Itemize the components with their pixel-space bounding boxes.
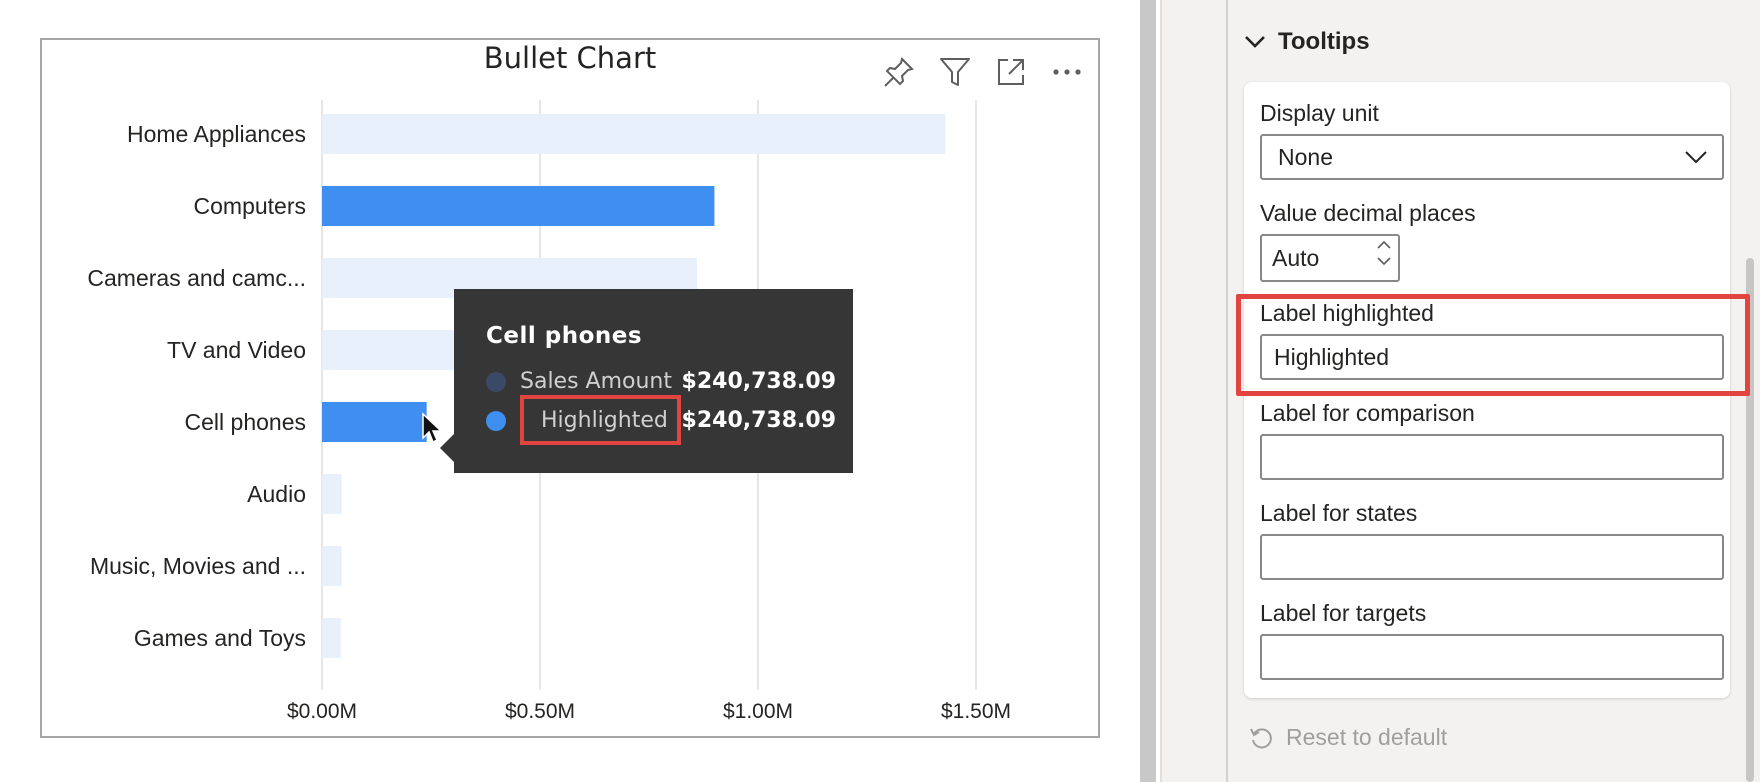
category-label: Home Appliances <box>127 121 306 147</box>
x-tick-label: $0.00M <box>287 700 357 723</box>
stepper-arrows[interactable] <box>1376 240 1392 266</box>
bar-highlighted[interactable] <box>322 402 427 442</box>
bar-sales-amount[interactable] <box>322 114 946 154</box>
series-dot-icon <box>486 372 506 392</box>
pane-inner-border <box>1226 0 1228 782</box>
annotation-highlight-box <box>1236 294 1750 396</box>
annotation-highlight-box <box>520 395 681 445</box>
more-options-icon[interactable] <box>1042 48 1092 96</box>
tooltip-row-value: $240,738.09 <box>681 408 836 433</box>
decimal-places-value: Auto <box>1272 244 1320 271</box>
category-label: TV and Video <box>167 337 306 363</box>
category-label: Games and Toys <box>134 625 306 651</box>
category-label: Audio <box>247 481 306 507</box>
x-tick-label: $0.50M <box>505 700 575 723</box>
pane-border <box>1160 0 1162 782</box>
label-states-input[interactable] <box>1260 534 1724 580</box>
focus-mode-icon[interactable] <box>986 48 1036 96</box>
reset-label: Reset to default <box>1286 724 1448 750</box>
series-dot-icon <box>486 411 506 431</box>
filter-icon[interactable] <box>930 48 980 96</box>
decimal-places-label: Value decimal places <box>1260 200 1476 226</box>
visual-header <box>874 48 1092 96</box>
category-label: Cameras and camc... <box>87 265 306 291</box>
section-title: Tooltips <box>1278 28 1370 55</box>
label-states-label: Label for states <box>1260 500 1418 526</box>
pin-icon[interactable] <box>874 48 924 96</box>
label-targets-input[interactable] <box>1260 634 1724 680</box>
tooltip-row-name: Sales Amount <box>520 369 673 394</box>
category-label: Cell phones <box>185 409 306 435</box>
tooltip-row-sales: Sales Amount $240,738.09 <box>486 367 836 397</box>
x-tick-label: $1.50M <box>941 700 1011 723</box>
category-label: Music, Movies and ... <box>90 553 306 579</box>
x-tick-label: $1.00M <box>723 700 793 723</box>
chart-tooltip: Cell phones Sales Amount $240,738.09 Hig… <box>440 289 853 473</box>
label-comparison-input[interactable] <box>1260 434 1724 480</box>
category-label: Computers <box>194 193 306 219</box>
chevron-up-icon[interactable] <box>1376 240 1392 250</box>
label-targets-label: Label for targets <box>1260 600 1427 626</box>
chevron-down-icon <box>1245 36 1265 48</box>
mouse-cursor-icon <box>422 412 443 444</box>
chevron-down-icon[interactable] <box>1376 256 1392 266</box>
bar-sales-amount[interactable] <box>322 474 342 514</box>
tooltip-row-value: $240,738.09 <box>681 369 836 394</box>
decimal-places-stepper[interactable]: Auto <box>1260 234 1400 282</box>
bar-sales-amount[interactable] <box>322 618 341 658</box>
reset-icon <box>1250 727 1272 748</box>
tooltip-title: Cell phones <box>486 323 643 349</box>
reset-to-default-button[interactable]: Reset to default <box>1248 724 1447 751</box>
display-unit-dropdown[interactable]: None <box>1260 134 1724 180</box>
tooltips-section-header[interactable]: Tooltips <box>1244 24 1370 60</box>
pane-splitter[interactable] <box>1140 0 1156 782</box>
display-unit-value: None <box>1278 143 1333 170</box>
chevron-down-icon <box>1685 151 1707 164</box>
display-unit-label: Display unit <box>1260 100 1379 126</box>
label-comparison-label: Label for comparison <box>1260 400 1475 426</box>
bar-sales-amount[interactable] <box>322 546 342 586</box>
bar-highlighted[interactable] <box>322 186 715 226</box>
